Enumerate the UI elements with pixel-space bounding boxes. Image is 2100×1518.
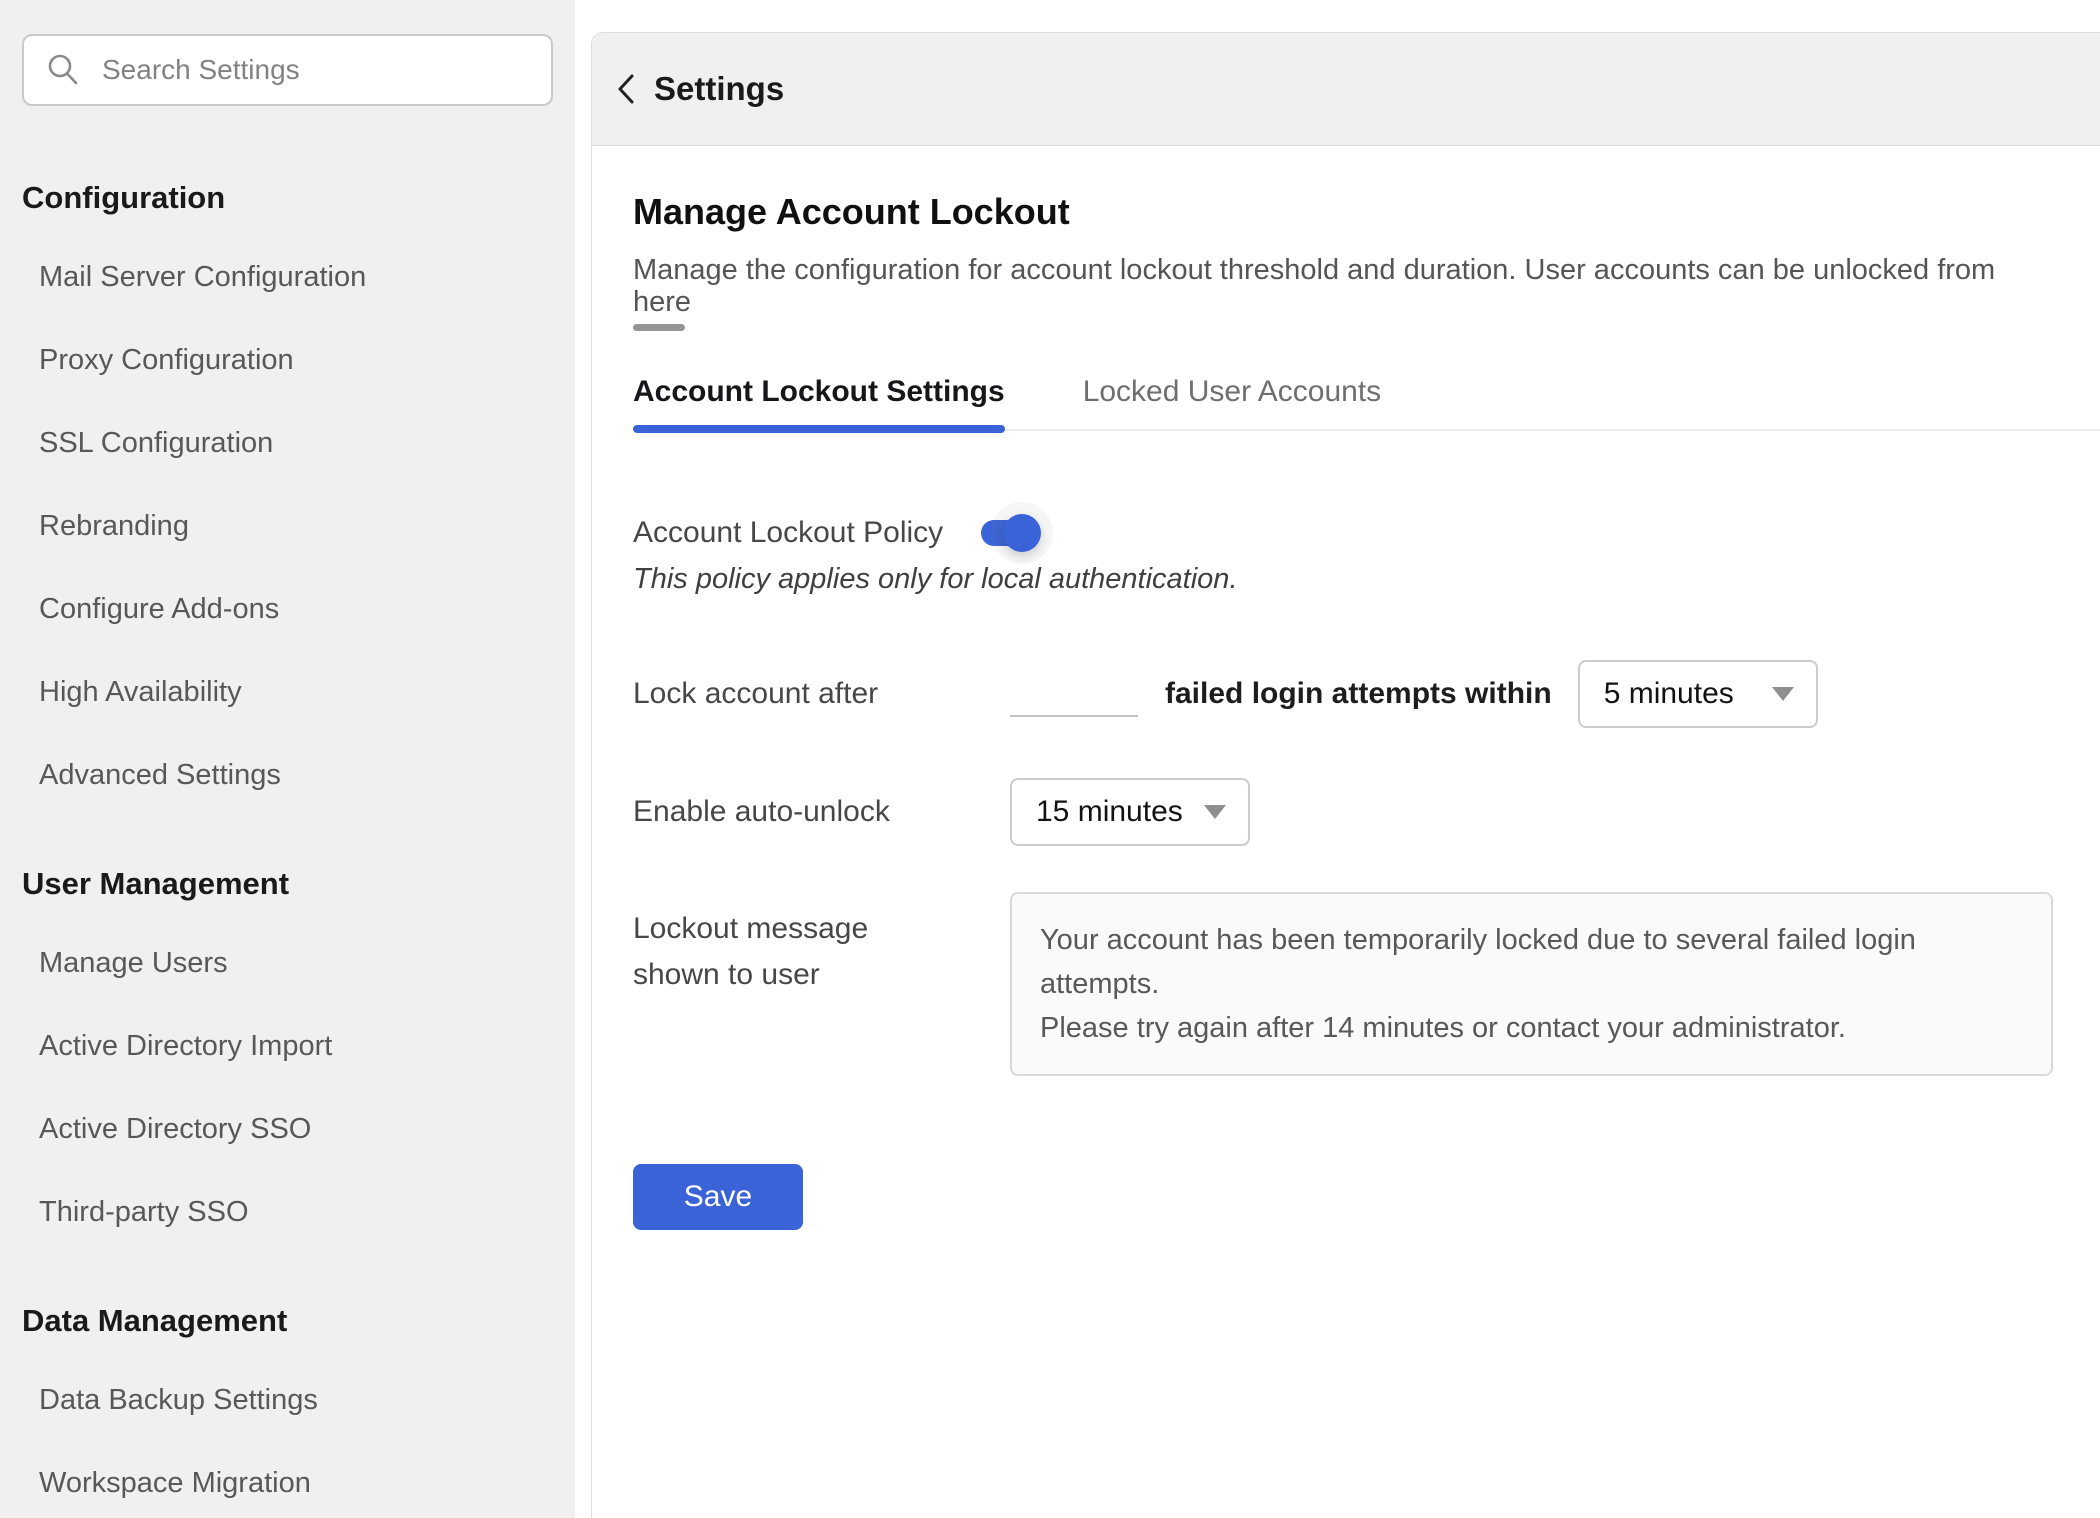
sidebar-section-data-management: Data Management [22,1303,575,1339]
tab-account-lockout-settings[interactable]: Account Lockout Settings [633,375,1005,429]
sidebar-item-third-party-sso[interactable]: Third-party SSO [39,1195,575,1229]
sidebar-section-configuration: Configuration [22,180,575,216]
sidebar-item-configure-add-ons[interactable]: Configure Add-ons [39,592,575,626]
sidebar-item-proxy-configuration[interactable]: Proxy Configuration [39,343,575,377]
settings-header-bar: Settings [592,33,2100,146]
sidebar-item-rebranding[interactable]: Rebranding [39,509,575,543]
search-settings-box[interactable]: Search Settings [22,34,553,106]
lock-account-after-label: Lock account after [633,677,878,710]
page-title: Manage Account Lockout [633,192,2060,232]
manage-account-lockout-panel: Manage Account Lockout Manage the config… [592,146,2100,1230]
lockout-message-label: Lockout message shown to user [633,892,963,998]
auto-unlock-duration-value: 15 minutes [1036,795,1183,829]
attempt-window-select[interactable]: 5 minutes [1578,660,1818,728]
sidebar-item-active-directory-import[interactable]: Active Directory Import [39,1029,575,1063]
lock-account-after-row: Lock account after failed login attempts… [633,660,2060,728]
attempt-window-value: 5 minutes [1604,677,1734,711]
sidebar-section-user-management: User Management [22,866,575,902]
page-description: Manage the configuration for account loc… [633,254,2060,318]
chevron-down-icon [1204,805,1226,819]
save-button[interactable]: Save [633,1164,803,1230]
chevron-down-icon [1772,687,1794,701]
sidebar-item-mail-server-configuration[interactable]: Mail Server Configuration [39,260,575,294]
settings-content-card: Settings Manage Account Lockout Manage t… [591,32,2100,1518]
sidebar-item-data-backup-settings[interactable]: Data Backup Settings [39,1383,575,1417]
sidebar-item-high-availability[interactable]: High Availability [39,675,575,709]
sidebar-item-ssl-configuration[interactable]: SSL Configuration [39,426,575,460]
policy-note: This policy applies only for local authe… [633,563,2060,596]
account-lockout-policy-toggle[interactable] [981,520,1035,546]
lockout-message-textarea[interactable]: Your account has been temporarily locked… [1010,892,2053,1076]
search-icon [46,53,80,87]
enable-auto-unlock-label: Enable auto-unlock [633,795,890,828]
account-lockout-policy-row: Account Lockout Policy [633,515,2060,551]
lockout-message-row: Lockout message shown to user Your accou… [633,892,2060,1076]
toggle-knob [1003,514,1041,552]
lockout-tabs: Account Lockout Settings Locked User Acc… [633,375,2100,431]
sidebar-item-active-directory-sso[interactable]: Active Directory SSO [39,1112,575,1146]
description-accent-bar [633,324,685,331]
sidebar-item-workspace-migration[interactable]: Workspace Migration [39,1466,575,1500]
account-lockout-policy-label: Account Lockout Policy [633,515,943,551]
sidebar-item-manage-users[interactable]: Manage Users [39,946,575,980]
auto-unlock-duration-select[interactable]: 15 minutes [1010,778,1250,846]
sidebar-item-advanced-settings[interactable]: Advanced Settings [39,758,575,792]
search-input-placeholder: Search Settings [102,54,300,86]
tab-locked-user-accounts[interactable]: Locked User Accounts [1083,375,1382,429]
back-chevron-icon[interactable] [614,72,638,106]
settings-sidebar: Search Settings Configuration Mail Serve… [0,0,575,1518]
settings-back-title[interactable]: Settings [654,70,784,108]
failed-attempts-input[interactable] [1010,671,1138,717]
failed-login-attempts-within-label: failed login attempts within [1165,676,1552,712]
enable-auto-unlock-row: Enable auto-unlock 15 minutes [633,778,2060,846]
